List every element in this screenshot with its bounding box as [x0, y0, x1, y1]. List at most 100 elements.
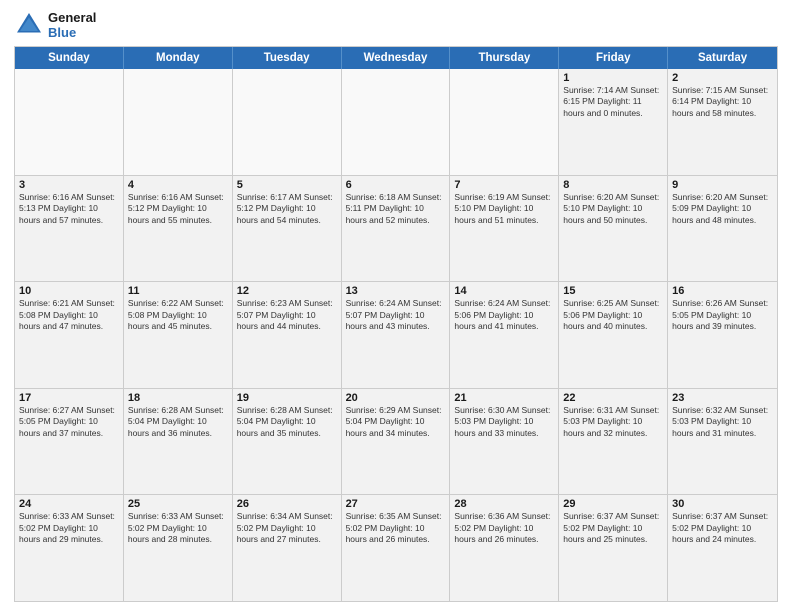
page: General Blue SundayMondayTuesdayWednesda… — [0, 0, 792, 612]
cal-cell-day-12: 12Sunrise: 6:23 AM Sunset: 5:07 PM Dayli… — [233, 282, 342, 388]
cal-cell-day-17: 17Sunrise: 6:27 AM Sunset: 5:05 PM Dayli… — [15, 389, 124, 495]
day-detail: Sunrise: 6:33 AM Sunset: 5:02 PM Dayligh… — [128, 511, 228, 545]
day-detail: Sunrise: 6:30 AM Sunset: 5:03 PM Dayligh… — [454, 405, 554, 439]
day-number: 4 — [128, 179, 228, 191]
cal-cell-day-23: 23Sunrise: 6:32 AM Sunset: 5:03 PM Dayli… — [668, 389, 777, 495]
day-number: 28 — [454, 498, 554, 510]
cal-cell-day-20: 20Sunrise: 6:29 AM Sunset: 5:04 PM Dayli… — [342, 389, 451, 495]
cal-cell-day-8: 8Sunrise: 6:20 AM Sunset: 5:10 PM Daylig… — [559, 176, 668, 282]
cal-cell-day-2: 2Sunrise: 7:15 AM Sunset: 6:14 PM Daylig… — [668, 69, 777, 175]
calendar: SundayMondayTuesdayWednesdayThursdayFrid… — [14, 46, 778, 602]
day-number: 27 — [346, 498, 446, 510]
day-number: 7 — [454, 179, 554, 191]
day-detail: Sunrise: 6:29 AM Sunset: 5:04 PM Dayligh… — [346, 405, 446, 439]
calendar-header: SundayMondayTuesdayWednesdayThursdayFrid… — [15, 47, 777, 69]
cal-cell-day-27: 27Sunrise: 6:35 AM Sunset: 5:02 PM Dayli… — [342, 495, 451, 601]
cal-cell-day-5: 5Sunrise: 6:17 AM Sunset: 5:12 PM Daylig… — [233, 176, 342, 282]
day-number: 25 — [128, 498, 228, 510]
day-detail: Sunrise: 6:34 AM Sunset: 5:02 PM Dayligh… — [237, 511, 337, 545]
cal-week-5: 24Sunrise: 6:33 AM Sunset: 5:02 PM Dayli… — [15, 494, 777, 601]
day-number: 21 — [454, 392, 554, 404]
calendar-body: 1Sunrise: 7:14 AM Sunset: 6:15 PM Daylig… — [15, 69, 777, 601]
cal-header-thursday: Thursday — [450, 47, 559, 69]
day-detail: Sunrise: 6:25 AM Sunset: 5:06 PM Dayligh… — [563, 298, 663, 332]
day-detail: Sunrise: 6:21 AM Sunset: 5:08 PM Dayligh… — [19, 298, 119, 332]
day-number: 14 — [454, 285, 554, 297]
cal-header-sunday: Sunday — [15, 47, 124, 69]
day-detail: Sunrise: 6:31 AM Sunset: 5:03 PM Dayligh… — [563, 405, 663, 439]
day-detail: Sunrise: 6:37 AM Sunset: 5:02 PM Dayligh… — [563, 511, 663, 545]
day-detail: Sunrise: 6:27 AM Sunset: 5:05 PM Dayligh… — [19, 405, 119, 439]
cal-cell-empty — [15, 69, 124, 175]
cal-cell-day-3: 3Sunrise: 6:16 AM Sunset: 5:13 PM Daylig… — [15, 176, 124, 282]
day-number: 16 — [672, 285, 773, 297]
day-number: 9 — [672, 179, 773, 191]
day-detail: Sunrise: 6:33 AM Sunset: 5:02 PM Dayligh… — [19, 511, 119, 545]
day-detail: Sunrise: 6:26 AM Sunset: 5:05 PM Dayligh… — [672, 298, 773, 332]
cal-cell-day-25: 25Sunrise: 6:33 AM Sunset: 5:02 PM Dayli… — [124, 495, 233, 601]
day-detail: Sunrise: 6:23 AM Sunset: 5:07 PM Dayligh… — [237, 298, 337, 332]
cal-cell-day-26: 26Sunrise: 6:34 AM Sunset: 5:02 PM Dayli… — [233, 495, 342, 601]
day-detail: Sunrise: 6:17 AM Sunset: 5:12 PM Dayligh… — [237, 192, 337, 226]
day-number: 23 — [672, 392, 773, 404]
cal-week-2: 3Sunrise: 6:16 AM Sunset: 5:13 PM Daylig… — [15, 175, 777, 282]
cal-header-monday: Monday — [124, 47, 233, 69]
cal-week-4: 17Sunrise: 6:27 AM Sunset: 5:05 PM Dayli… — [15, 388, 777, 495]
day-detail: Sunrise: 6:18 AM Sunset: 5:11 PM Dayligh… — [346, 192, 446, 226]
day-number: 6 — [346, 179, 446, 191]
day-number: 13 — [346, 285, 446, 297]
day-detail: Sunrise: 6:20 AM Sunset: 5:10 PM Dayligh… — [563, 192, 663, 226]
cal-cell-day-11: 11Sunrise: 6:22 AM Sunset: 5:08 PM Dayli… — [124, 282, 233, 388]
cal-cell-empty — [124, 69, 233, 175]
cal-cell-empty — [342, 69, 451, 175]
day-detail: Sunrise: 6:32 AM Sunset: 5:03 PM Dayligh… — [672, 405, 773, 439]
cal-cell-day-4: 4Sunrise: 6:16 AM Sunset: 5:12 PM Daylig… — [124, 176, 233, 282]
day-detail: Sunrise: 6:24 AM Sunset: 5:06 PM Dayligh… — [454, 298, 554, 332]
cal-cell-day-1: 1Sunrise: 7:14 AM Sunset: 6:15 PM Daylig… — [559, 69, 668, 175]
day-detail: Sunrise: 6:28 AM Sunset: 5:04 PM Dayligh… — [237, 405, 337, 439]
day-detail: Sunrise: 6:22 AM Sunset: 5:08 PM Dayligh… — [128, 298, 228, 332]
day-detail: Sunrise: 6:37 AM Sunset: 5:02 PM Dayligh… — [672, 511, 773, 545]
day-number: 29 — [563, 498, 663, 510]
cal-cell-day-21: 21Sunrise: 6:30 AM Sunset: 5:03 PM Dayli… — [450, 389, 559, 495]
cal-header-friday: Friday — [559, 47, 668, 69]
cal-cell-day-19: 19Sunrise: 6:28 AM Sunset: 5:04 PM Dayli… — [233, 389, 342, 495]
day-detail: Sunrise: 6:24 AM Sunset: 5:07 PM Dayligh… — [346, 298, 446, 332]
day-detail: Sunrise: 6:16 AM Sunset: 5:13 PM Dayligh… — [19, 192, 119, 226]
day-number: 2 — [672, 72, 773, 84]
logo: General Blue — [14, 10, 96, 40]
day-number: 24 — [19, 498, 119, 510]
day-detail: Sunrise: 6:16 AM Sunset: 5:12 PM Dayligh… — [128, 192, 228, 226]
day-number: 17 — [19, 392, 119, 404]
day-number: 5 — [237, 179, 337, 191]
cal-cell-day-6: 6Sunrise: 6:18 AM Sunset: 5:11 PM Daylig… — [342, 176, 451, 282]
day-number: 1 — [563, 72, 663, 84]
cal-cell-day-18: 18Sunrise: 6:28 AM Sunset: 5:04 PM Dayli… — [124, 389, 233, 495]
logo-text: General Blue — [48, 10, 96, 40]
cal-header-wednesday: Wednesday — [342, 47, 451, 69]
cal-cell-day-14: 14Sunrise: 6:24 AM Sunset: 5:06 PM Dayli… — [450, 282, 559, 388]
header: General Blue — [14, 10, 778, 40]
day-number: 20 — [346, 392, 446, 404]
day-detail: Sunrise: 7:14 AM Sunset: 6:15 PM Dayligh… — [563, 85, 663, 119]
day-detail: Sunrise: 6:28 AM Sunset: 5:04 PM Dayligh… — [128, 405, 228, 439]
day-number: 30 — [672, 498, 773, 510]
day-number: 10 — [19, 285, 119, 297]
cal-cell-day-16: 16Sunrise: 6:26 AM Sunset: 5:05 PM Dayli… — [668, 282, 777, 388]
cal-week-3: 10Sunrise: 6:21 AM Sunset: 5:08 PM Dayli… — [15, 281, 777, 388]
day-detail: Sunrise: 6:35 AM Sunset: 5:02 PM Dayligh… — [346, 511, 446, 545]
day-number: 8 — [563, 179, 663, 191]
cal-cell-day-24: 24Sunrise: 6:33 AM Sunset: 5:02 PM Dayli… — [15, 495, 124, 601]
cal-cell-day-13: 13Sunrise: 6:24 AM Sunset: 5:07 PM Dayli… — [342, 282, 451, 388]
day-detail: Sunrise: 6:36 AM Sunset: 5:02 PM Dayligh… — [454, 511, 554, 545]
day-number: 3 — [19, 179, 119, 191]
cal-header-tuesday: Tuesday — [233, 47, 342, 69]
day-detail: Sunrise: 6:20 AM Sunset: 5:09 PM Dayligh… — [672, 192, 773, 226]
cal-header-saturday: Saturday — [668, 47, 777, 69]
day-number: 12 — [237, 285, 337, 297]
cal-cell-day-22: 22Sunrise: 6:31 AM Sunset: 5:03 PM Dayli… — [559, 389, 668, 495]
cal-cell-day-28: 28Sunrise: 6:36 AM Sunset: 5:02 PM Dayli… — [450, 495, 559, 601]
day-number: 11 — [128, 285, 228, 297]
cal-cell-day-7: 7Sunrise: 6:19 AM Sunset: 5:10 PM Daylig… — [450, 176, 559, 282]
cal-cell-day-10: 10Sunrise: 6:21 AM Sunset: 5:08 PM Dayli… — [15, 282, 124, 388]
